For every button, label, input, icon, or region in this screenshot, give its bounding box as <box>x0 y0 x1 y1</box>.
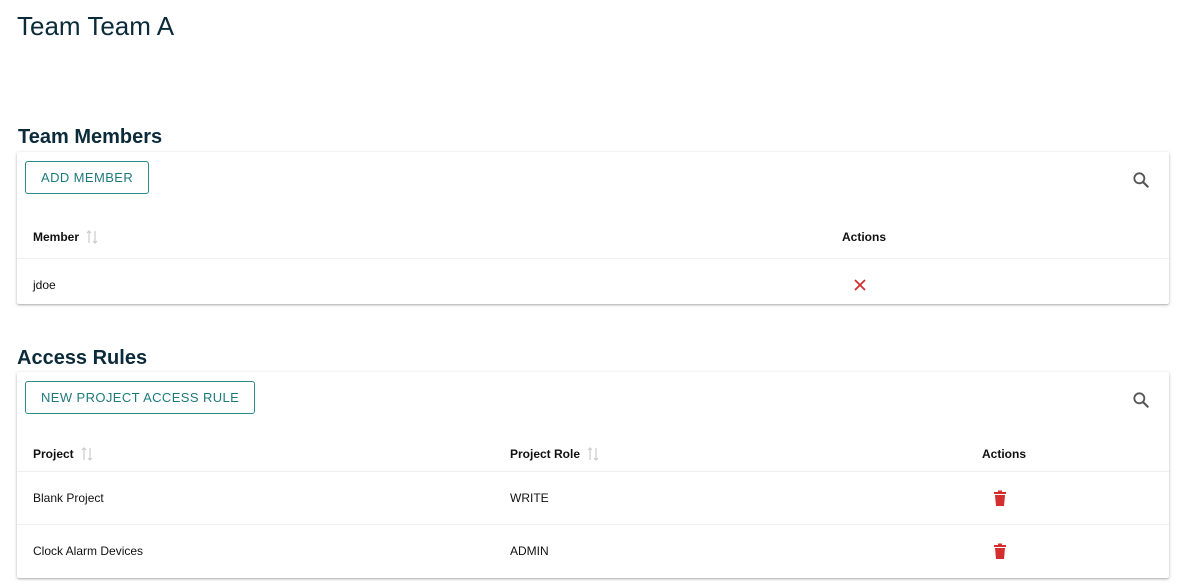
table-row: jdoe <box>17 258 1169 311</box>
column-header-member[interactable]: Member <box>33 216 98 258</box>
sort-icon[interactable] <box>86 230 98 244</box>
role-cell: WRITE <box>510 491 549 505</box>
remove-member-button[interactable] <box>853 259 867 311</box>
column-header-actions: Actions <box>842 216 886 258</box>
column-header-project-role[interactable]: Project Role <box>510 436 599 471</box>
add-member-button[interactable]: ADD MEMBER <box>25 161 150 194</box>
table-header-row: Member Actions <box>17 216 1169 258</box>
trash-icon[interactable] <box>993 543 1007 560</box>
delete-rule-button[interactable] <box>993 472 1007 524</box>
column-header-actions: Actions <box>982 436 1026 471</box>
delete-rule-button[interactable] <box>993 525 1007 577</box>
sort-icon[interactable] <box>587 446 599 461</box>
team-members-toolbar: ADD MEMBER <box>17 152 1169 216</box>
members-table: Member Actions jdoe <box>17 216 1169 311</box>
team-members-card: ADD MEMBER Member Actions jdoe <box>17 152 1169 304</box>
team-members-title: Team Members <box>18 126 163 148</box>
column-header-label: Actions <box>982 446 1027 461</box>
access-rules-table: Project Project Role Actions Blank Proje… <box>17 436 1169 577</box>
project-cell: Blank Project <box>33 491 104 505</box>
table-header-row: Project Project Role Actions <box>17 436 1169 471</box>
access-rules-toolbar: NEW PROJECT ACCESS RULE <box>17 372 1169 436</box>
table-row: Clock Alarm Devices ADMIN <box>17 524 1169 577</box>
new-project-access-rule-button[interactable]: NEW PROJECT ACCESS RULE <box>25 381 256 414</box>
column-header-label: Member <box>33 230 80 244</box>
trash-icon[interactable] <box>993 490 1007 507</box>
search-icon[interactable] <box>1131 390 1151 410</box>
column-header-label: Project Role <box>510 446 581 461</box>
search-icon[interactable] <box>1131 170 1151 190</box>
access-rules-title: Access Rules <box>17 347 148 369</box>
role-cell: ADMIN <box>510 544 549 558</box>
page-title: Team Team A <box>17 11 175 41</box>
access-rules-card: NEW PROJECT ACCESS RULE Project Project … <box>17 372 1169 578</box>
table-row: Blank Project WRITE <box>17 471 1169 524</box>
close-icon[interactable] <box>853 278 867 292</box>
column-header-label: Project <box>33 446 74 461</box>
column-header-project[interactable]: Project <box>33 436 93 471</box>
member-cell: jdoe <box>33 278 56 292</box>
column-header-label: Actions <box>842 230 887 244</box>
project-cell: Clock Alarm Devices <box>33 544 144 558</box>
sort-icon[interactable] <box>81 446 93 461</box>
